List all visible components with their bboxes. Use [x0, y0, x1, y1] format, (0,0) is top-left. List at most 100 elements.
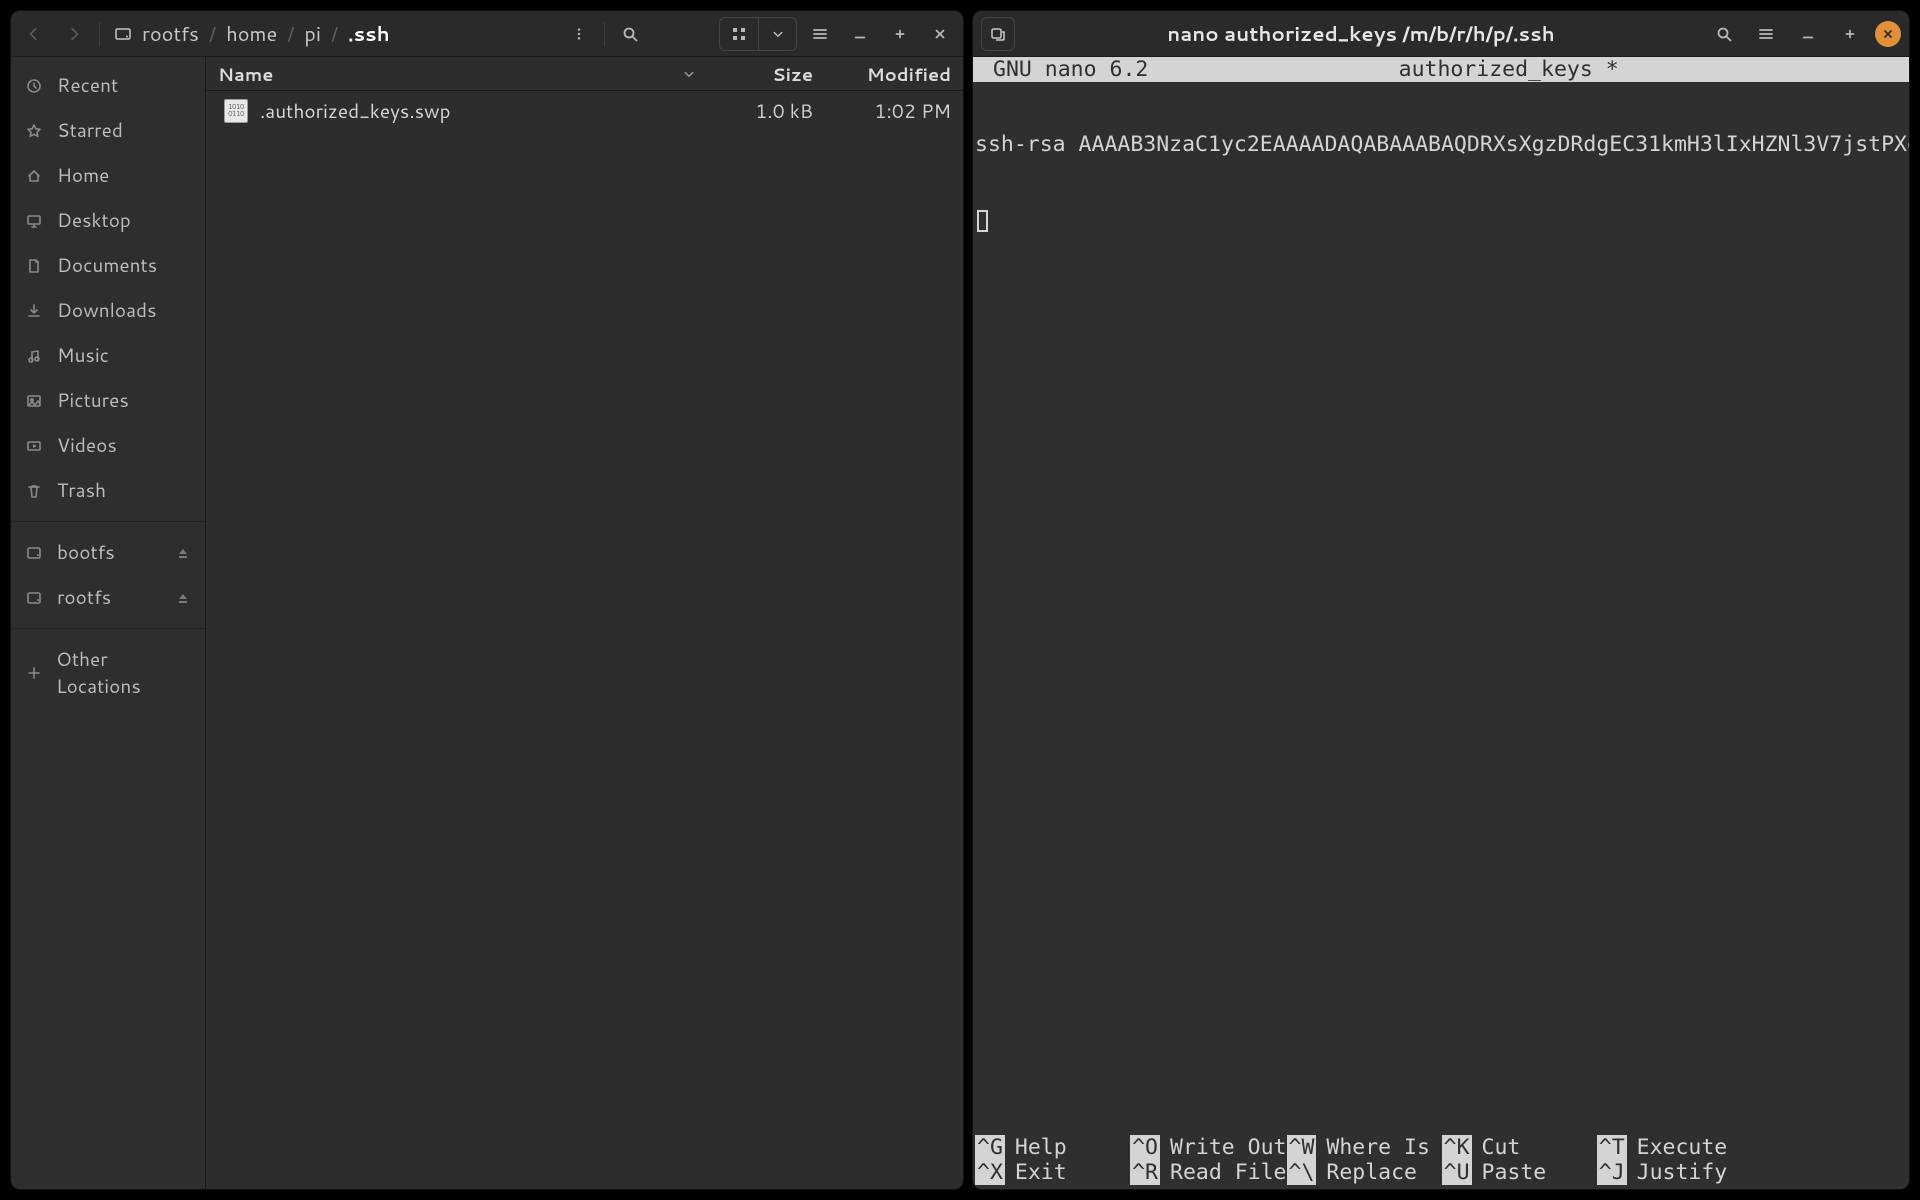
terminal-search-button[interactable]	[1707, 17, 1741, 51]
nano-shortcut-label: Cut	[1482, 1135, 1521, 1160]
nano-line-text: ssh-rsa AAAAB3NzaC1yc2EAAAADAQABAAABAQDR…	[975, 132, 1909, 157]
disk-icon	[25, 590, 43, 606]
nano-shortcut-key: ^U	[1442, 1160, 1472, 1185]
nano-shortcut-key: ^\	[1287, 1160, 1317, 1185]
disk-icon	[25, 545, 43, 561]
star-icon	[25, 123, 43, 139]
sidebar-item-label: rootfs	[57, 584, 111, 611]
sidebar-item-label: Trash	[57, 477, 106, 504]
sidebar-item-starred[interactable]: Starred	[11, 108, 205, 153]
clock-icon	[25, 78, 43, 94]
nano-header: GNU nano 6.2 authorized_keys *	[973, 57, 1909, 82]
nano-cursor	[977, 210, 988, 232]
eject-icon[interactable]	[175, 590, 191, 606]
nano-shortcut-label: Paste	[1482, 1160, 1547, 1185]
nano-shortcut: ^TExecute	[1597, 1135, 1752, 1160]
nano-shortcut-label: Exit	[1015, 1160, 1067, 1185]
home-icon	[25, 168, 43, 184]
nano-content[interactable]: ssh-rsa AAAAB3NzaC1yc2EAAAADAQABAAABAQDR…	[973, 82, 1909, 1135]
plus-icon	[25, 665, 42, 681]
sidebar-item-label: Desktop	[57, 207, 131, 234]
hamburger-menu-button[interactable]	[803, 17, 837, 51]
column-header-name[interactable]: Name	[206, 61, 705, 87]
nano-filename: authorized_keys *	[1148, 57, 1869, 82]
breadcrumb: rootfs / home / pi / .ssh	[108, 17, 556, 51]
separator	[604, 22, 605, 46]
eject-icon[interactable]	[175, 545, 191, 561]
sidebar-divider	[11, 628, 205, 629]
sidebar-item-music[interactable]: Music	[11, 333, 205, 378]
nano-shortcut: ^U Paste	[1442, 1160, 1597, 1185]
nano-footer: ^GHelp^OWrite Out^WWhere Is^KCut^TExecut…	[973, 1135, 1909, 1189]
terminal-titlebar: nano authorized_keys /m/b/r/h/p/.ssh	[973, 11, 1909, 57]
breadcrumb-seg-rootfs[interactable]: rootfs	[136, 18, 205, 50]
sidebar-item-rootfs[interactable]: rootfs	[11, 575, 205, 620]
nano-shortcut-key: ^W	[1287, 1135, 1317, 1160]
sidebar-item-documents[interactable]: Documents	[11, 243, 205, 288]
nano-shortcut-label: Read File	[1170, 1160, 1287, 1185]
sidebar-item-label: Other Locations	[56, 646, 191, 700]
sidebar-item-label: Home	[57, 162, 109, 189]
column-headers: Name Size Modified	[206, 57, 963, 91]
sidebar-item-label: Downloads	[57, 297, 157, 324]
nano-shortcut-label: Write Out	[1170, 1135, 1287, 1160]
window-close-button[interactable]	[923, 17, 957, 51]
breadcrumb-seg-ssh[interactable]: .ssh	[342, 18, 396, 50]
terminal-new-tab-button[interactable]	[981, 17, 1015, 51]
window-maximize-button[interactable]	[1833, 17, 1867, 51]
file-manager-window: rootfs / home / pi / .ssh	[10, 10, 964, 1190]
nano-shortcut-key: ^T	[1597, 1135, 1627, 1160]
nano-shortcut: ^W Where Is	[1287, 1135, 1442, 1160]
window-minimize-button[interactable]	[843, 17, 877, 51]
sidebar-item-label: bootfs	[57, 539, 115, 566]
separator	[99, 22, 100, 46]
terminal-window: nano authorized_keys /m/b/r/h/p/.ssh GNU…	[972, 10, 1910, 1190]
file-size: 1.0 kB	[705, 98, 825, 125]
nano-shortcut-key: ^G	[975, 1135, 1005, 1160]
sidebar-item-downloads[interactable]: Downloads	[11, 288, 205, 333]
sidebar-item-trash[interactable]: Trash	[11, 468, 205, 513]
document-icon	[25, 258, 43, 274]
sidebar-item-other-locations[interactable]: Other Locations	[11, 637, 205, 709]
sidebar-item-home[interactable]: Home	[11, 153, 205, 198]
column-header-modified[interactable]: Modified	[825, 61, 955, 87]
terminal-menu-button[interactable]	[1749, 17, 1783, 51]
nano-shortcut: ^JJustify	[1597, 1160, 1752, 1185]
path-menu-button[interactable]	[562, 17, 596, 51]
window-maximize-button[interactable]	[883, 17, 917, 51]
video-icon	[25, 438, 43, 454]
nano-shortcut-key: ^O	[1130, 1135, 1160, 1160]
breadcrumb-separator: /	[209, 20, 216, 48]
breadcrumb-seg-home[interactable]: home	[220, 18, 283, 50]
nano-shortcut-key: ^R	[1130, 1160, 1160, 1185]
window-close-button[interactable]	[1875, 21, 1901, 47]
download-icon	[25, 303, 43, 319]
terminal-body[interactable]: GNU nano 6.2 authorized_keys * ssh-rsa A…	[973, 57, 1909, 1189]
window-minimize-button[interactable]	[1791, 17, 1825, 51]
sidebar-item-recent[interactable]: Recent	[11, 63, 205, 108]
breadcrumb-separator: /	[287, 20, 294, 48]
nano-shortcut-label: Help	[1015, 1135, 1067, 1160]
file-row[interactable]: 10100110.authorized_keys.swp1.0 kB1:02 P…	[206, 91, 963, 131]
file-name: .authorized_keys.swp	[260, 98, 705, 125]
breadcrumb-seg-pi[interactable]: pi	[298, 18, 327, 50]
sidebar-item-label: Pictures	[57, 387, 129, 414]
column-header-size[interactable]: Size	[705, 61, 825, 87]
sidebar-item-label: Music	[57, 342, 109, 369]
search-button[interactable]	[613, 17, 647, 51]
view-icons-button[interactable]	[720, 18, 758, 50]
file-manager-titlebar: rootfs / home / pi / .ssh	[11, 11, 963, 57]
sidebar-item-label: Documents	[57, 252, 157, 279]
view-dropdown-button[interactable]	[758, 18, 796, 50]
nav-forward-button[interactable]	[57, 17, 91, 51]
sidebar-item-desktop[interactable]: Desktop	[11, 198, 205, 243]
sidebar-item-pictures[interactable]: Pictures	[11, 378, 205, 423]
sidebar-item-videos[interactable]: Videos	[11, 423, 205, 468]
nano-shortcut-key: ^J	[1597, 1160, 1627, 1185]
sidebar-item-bootfs[interactable]: bootfs	[11, 530, 205, 575]
file-rows: 10100110.authorized_keys.swp1.0 kB1:02 P…	[206, 91, 963, 1189]
sidebar-item-label: Starred	[57, 117, 123, 144]
nano-shortcut-label: Where Is	[1326, 1135, 1430, 1160]
nav-back-button[interactable]	[17, 17, 51, 51]
text-file-icon: 10100110	[224, 99, 248, 123]
